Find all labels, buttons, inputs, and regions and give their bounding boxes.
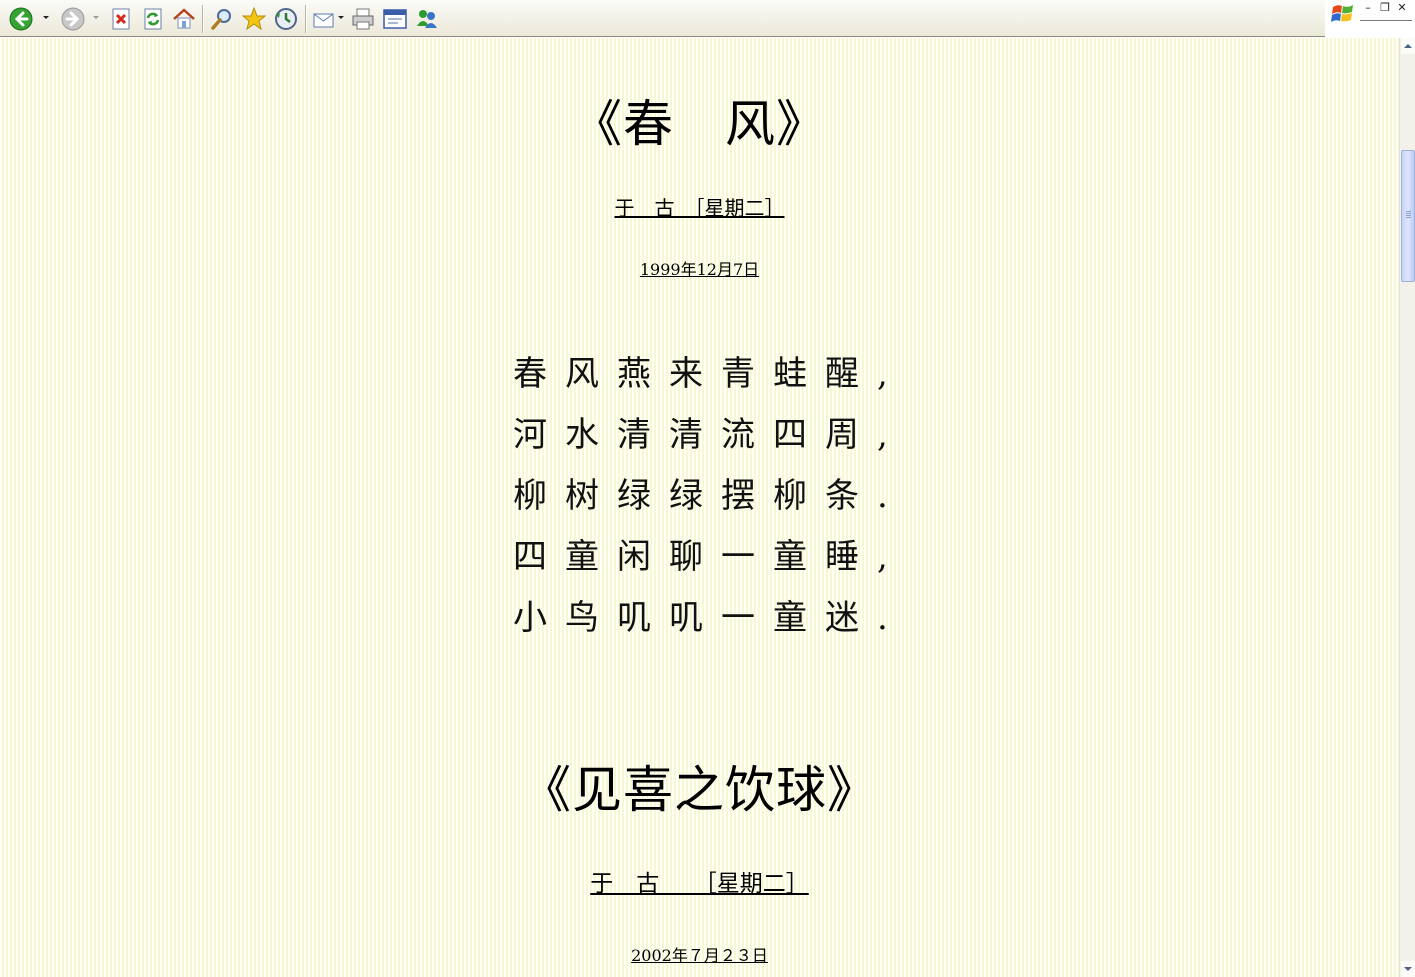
poem2-title: 《见喜之饮球》 xyxy=(521,761,878,819)
edit-icon xyxy=(383,9,407,29)
poem1-body: 春风燕来青蛙醒, 河水清清流四周, 柳树绿绿摆柳条. 四童闲聊一童睡, 小鸟叽叽… xyxy=(513,346,893,651)
messenger-icon xyxy=(417,10,437,28)
poem2-date: 2002年７月２３日 xyxy=(631,946,768,965)
close-icon[interactable]: ✕ xyxy=(1395,1,1409,14)
grip-icon xyxy=(1406,211,1411,218)
messenger-button[interactable] xyxy=(414,6,440,32)
browser-toolbar xyxy=(0,0,1325,37)
refresh-button[interactable] xyxy=(140,6,166,32)
search-button[interactable] xyxy=(209,6,235,32)
poem1-title: 《春 风》 xyxy=(572,95,827,153)
chevron-down-icon xyxy=(1404,967,1412,971)
poem-line: 春风燕来青蛙醒, xyxy=(513,354,906,394)
poem-line: 四童闲聊一童睡, xyxy=(513,537,906,577)
back-dropdown-icon[interactable] xyxy=(43,16,49,19)
windows-logo-icon xyxy=(1330,1,1356,27)
poem1-byline: 于 古 ［星期二］ xyxy=(614,196,785,220)
refresh-icon xyxy=(144,8,162,30)
stop-icon xyxy=(112,8,130,30)
star-icon xyxy=(241,6,267,31)
minimize-icon[interactable]: – xyxy=(1361,1,1375,14)
stop-button[interactable] xyxy=(108,6,134,32)
printer-icon xyxy=(352,8,374,30)
poem-line: 小鸟叽叽一童迷. xyxy=(513,598,906,638)
forward-dropdown-icon[interactable] xyxy=(93,16,99,19)
history-button[interactable] xyxy=(273,6,299,32)
poem-line: 柳树绿绿摆柳条. xyxy=(513,476,906,516)
chevron-up-icon xyxy=(1404,44,1412,48)
mail-icon xyxy=(313,13,334,28)
mail-button[interactable] xyxy=(311,6,337,32)
window-divider xyxy=(1360,20,1412,21)
poem2-byline: 于 古 ［星期二］ xyxy=(590,871,809,897)
forward-arrow-icon xyxy=(61,7,85,31)
home-button[interactable] xyxy=(171,6,197,32)
print-button[interactable] xyxy=(350,6,376,32)
poem-line: 河水清清流四周, xyxy=(513,415,906,455)
edit-button[interactable] xyxy=(382,6,408,32)
scroll-up-button[interactable] xyxy=(1401,38,1415,54)
home-icon xyxy=(173,8,195,29)
search-icon xyxy=(211,9,231,30)
favorites-button[interactable] xyxy=(241,6,267,32)
toolbar-separator xyxy=(202,5,204,33)
poem1-date: 1999年12月7日 xyxy=(639,260,760,279)
vertical-scrollbar[interactable] xyxy=(1399,38,1415,977)
toolbar-separator xyxy=(305,5,307,33)
forward-button[interactable] xyxy=(60,6,86,32)
history-icon xyxy=(275,8,297,30)
scroll-down-button[interactable] xyxy=(1401,961,1415,977)
restore-icon[interactable]: ❐ xyxy=(1378,1,1392,14)
page-content: 《春 风》 于 古 ［星期二］ 1999年12月7日 春风燕来青蛙醒, 河水清清… xyxy=(0,38,1399,977)
mail-dropdown-icon[interactable] xyxy=(338,16,344,19)
scrollbar-thumb[interactable] xyxy=(1401,150,1415,282)
back-arrow-icon xyxy=(9,7,33,31)
back-button[interactable] xyxy=(8,6,34,32)
